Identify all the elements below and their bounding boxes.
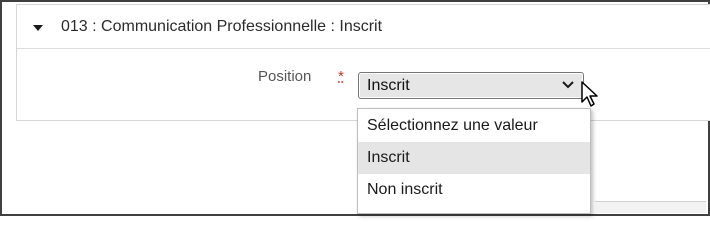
mouse-pointer-icon xyxy=(581,81,598,107)
required-marker: * xyxy=(338,68,344,85)
option-inscrit[interactable]: Inscrit xyxy=(358,142,590,174)
caret-down-icon[interactable] xyxy=(33,25,43,31)
chevron-down-icon xyxy=(562,81,574,89)
section-header[interactable]: 013 : Communication Professionnelle : In… xyxy=(17,5,710,49)
section-title: 013 : Communication Professionnelle : In… xyxy=(61,18,383,35)
option-non-inscrit[interactable]: Non inscrit xyxy=(358,174,590,206)
position-select-value: Inscrit xyxy=(367,77,410,94)
position-label: Position xyxy=(258,68,312,85)
background-strip xyxy=(595,201,706,213)
section-panel: 013 : Communication Professionnelle : In… xyxy=(16,4,710,121)
position-select[interactable]: Inscrit xyxy=(358,72,584,99)
position-dropdown-list: Sélectionnez une valeur Inscrit Non insc… xyxy=(357,108,591,214)
option-select-value[interactable]: Sélectionnez une valeur xyxy=(358,110,590,142)
